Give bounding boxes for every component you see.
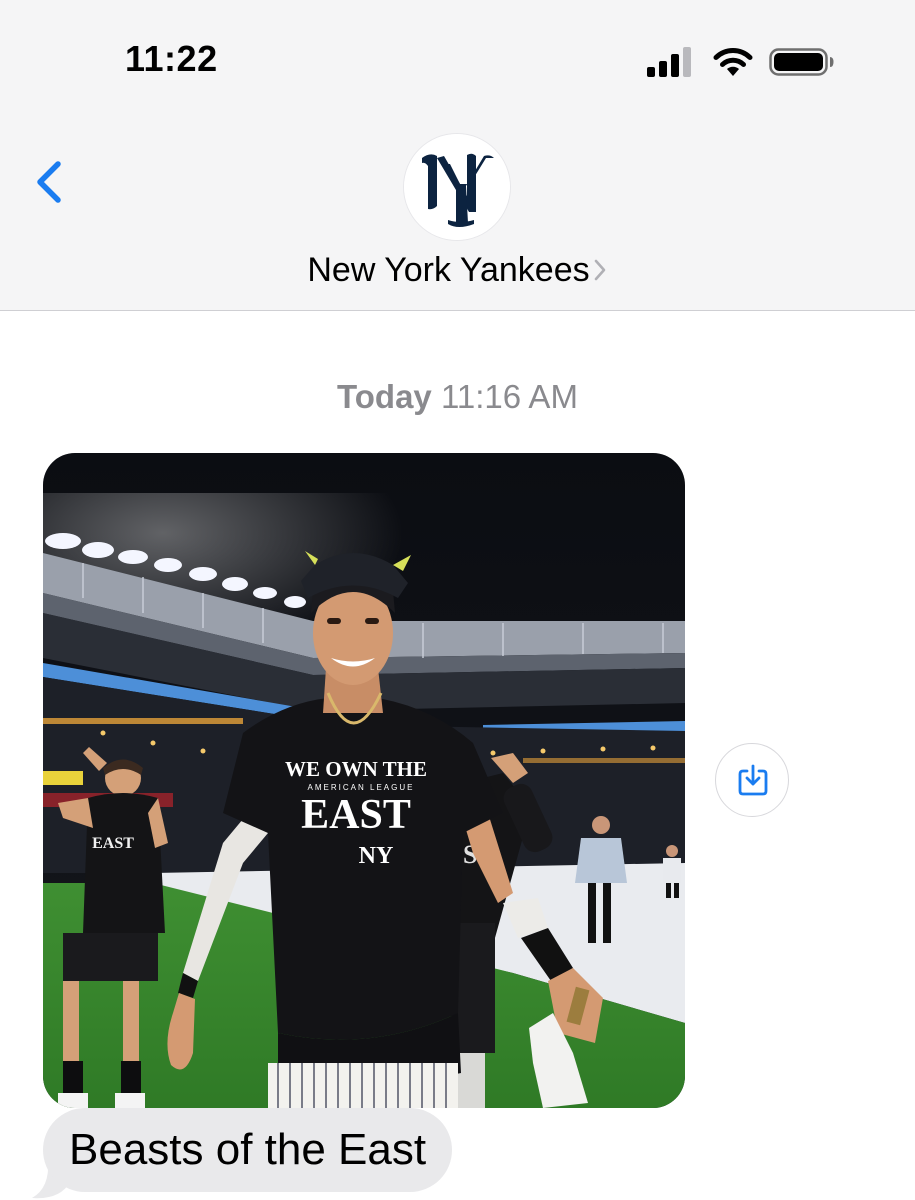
timestamp-time: 11:16 AM [440, 378, 578, 415]
svg-text:EAST: EAST [301, 792, 411, 838]
message-timestamp: Today 11:16 AM [0, 378, 915, 416]
text-message-bubble[interactable]: Beasts of the East [43, 1108, 453, 1192]
svg-text:AMERICAN LEAGUE: AMERICAN LEAGUE [308, 783, 415, 792]
signal-icon [647, 47, 691, 77]
svg-text:WE OWN THE: WE OWN THE [285, 757, 427, 781]
contact-avatar[interactable] [404, 134, 510, 240]
chevron-left-icon [37, 161, 61, 203]
celebration-photo: EAST S WE OWN THE AMERICAN LEAGUE EAST N… [43, 453, 685, 1108]
svg-text:EAST: EAST [92, 835, 134, 852]
save-download-icon [738, 764, 768, 796]
conversation-header: 11:22 New York Yankees [0, 0, 915, 311]
status-time: 11:22 [125, 38, 218, 79]
contact-name-button[interactable]: New York Yankees [0, 251, 915, 290]
status-icons [647, 44, 837, 78]
chevron-right-icon [594, 259, 605, 280]
back-button[interactable] [22, 150, 74, 214]
timestamp-day: Today [337, 378, 432, 415]
photo-message[interactable]: EAST S WE OWN THE AMERICAN LEAGUE EAST N… [43, 453, 685, 1108]
yankees-logo-icon [404, 134, 510, 240]
messages-screen: 11:22 New York Yankees Today 11:16 AM EA… [0, 0, 915, 1200]
wifi-icon [713, 47, 753, 76]
svg-text:NY: NY [359, 843, 394, 869]
save-photo-button[interactable] [715, 743, 789, 817]
battery-icon [769, 48, 834, 76]
contact-name: New York Yankees [307, 251, 590, 289]
